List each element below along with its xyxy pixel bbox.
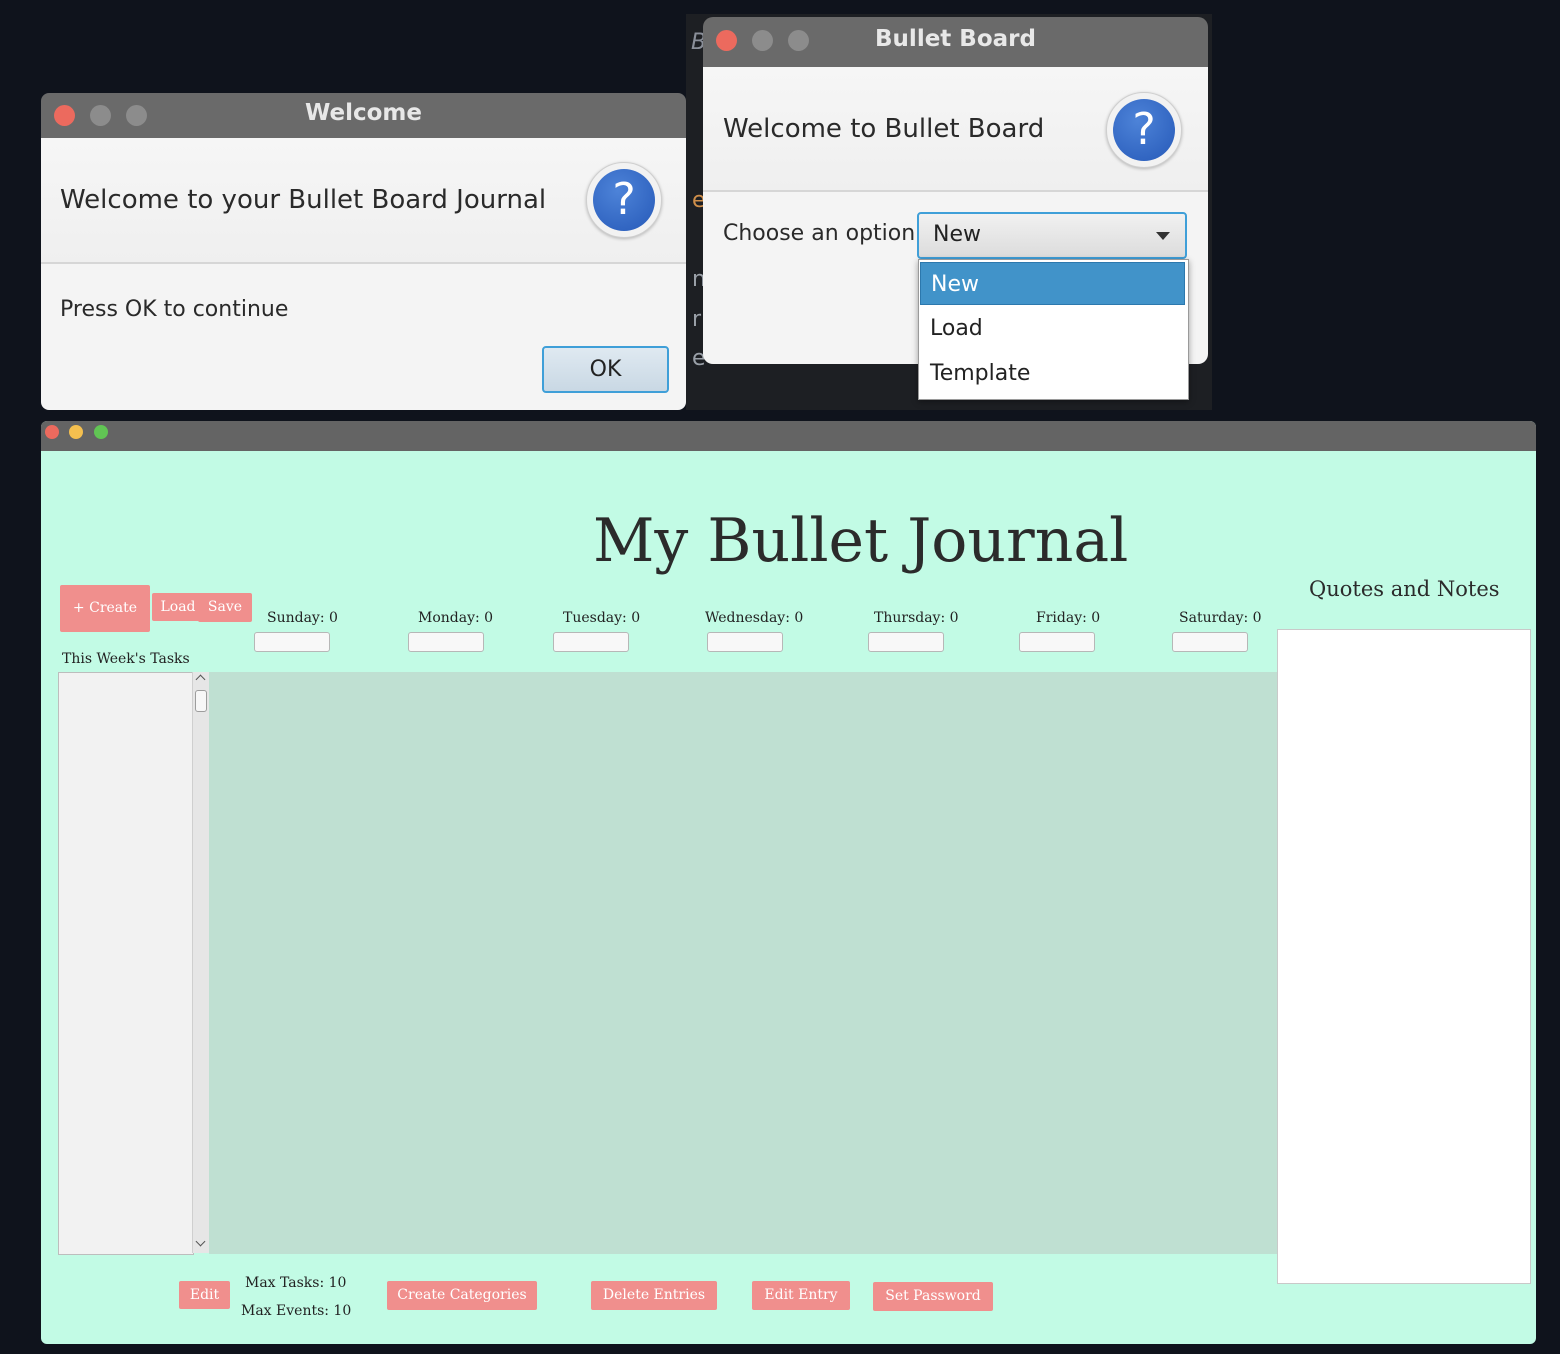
chevron-down-icon[interactable] bbox=[1156, 232, 1170, 240]
scrollbar-thumb[interactable] bbox=[195, 690, 207, 712]
day-field-sunday[interactable] bbox=[254, 632, 330, 652]
day-label-sunday: Sunday: 0 bbox=[267, 610, 338, 626]
bullet-board-title: Bullet Board bbox=[875, 26, 1036, 52]
quotes-notes-area[interactable] bbox=[1277, 629, 1531, 1284]
question-icon: ? bbox=[586, 162, 662, 238]
save-button[interactable]: Save bbox=[198, 593, 252, 622]
day-label-monday: Monday: 0 bbox=[418, 610, 494, 626]
create-button[interactable]: + Create bbox=[60, 585, 150, 632]
day-field-friday[interactable] bbox=[1019, 632, 1095, 652]
set-password-button[interactable]: Set Password bbox=[873, 1282, 993, 1311]
welcome-title: Welcome bbox=[304, 100, 423, 126]
bullet-board-titlebar: Bullet Board bbox=[703, 17, 1208, 67]
create-categories-button[interactable]: Create Categories bbox=[387, 1281, 537, 1310]
week-entries-panel[interactable] bbox=[209, 672, 1277, 1254]
day-label-saturday: Saturday: 0 bbox=[1179, 610, 1262, 626]
welcome-dialog: Welcome Welcome to your Bullet Board Jou… bbox=[41, 93, 686, 410]
question-icon: ? bbox=[1106, 92, 1182, 168]
day-field-monday[interactable] bbox=[408, 632, 484, 652]
welcome-body-text: Press OK to continue bbox=[60, 297, 289, 322]
welcome-header: Welcome to your Bullet Board Journal ? bbox=[41, 138, 686, 264]
max-tasks-label: Max Tasks: 10 bbox=[245, 1275, 347, 1291]
welcome-header-text: Welcome to your Bullet Board Journal bbox=[60, 185, 547, 215]
choose-option-label: Choose an option: bbox=[723, 221, 923, 246]
scroll-up-icon[interactable] bbox=[195, 674, 206, 685]
scroll-down-icon[interactable] bbox=[195, 1236, 206, 1247]
dropdown-option-template[interactable]: Template bbox=[920, 352, 1185, 395]
welcome-body: Welcome to your Bullet Board Journal ? P… bbox=[41, 138, 686, 410]
tasks-label: This Week's Tasks bbox=[62, 651, 190, 667]
code-fragment: r bbox=[692, 307, 702, 332]
journal-window: My Bullet Journal + Create Load Save Sun… bbox=[41, 421, 1536, 1344]
edit-entry-button[interactable]: Edit Entry bbox=[752, 1281, 850, 1310]
day-label-thursday: Thursday: 0 bbox=[874, 610, 959, 626]
max-events-label: Max Events: 10 bbox=[241, 1303, 352, 1319]
ok-button[interactable]: OK bbox=[542, 346, 669, 393]
day-label-friday: Friday: 0 bbox=[1036, 610, 1101, 626]
day-field-wednesday[interactable] bbox=[707, 632, 783, 652]
journal-title: My Bullet Journal bbox=[593, 506, 1129, 576]
journal-titlebar bbox=[41, 421, 1536, 451]
bullet-board-header: Welcome to Bullet Board ? bbox=[703, 67, 1208, 192]
load-button[interactable]: Load bbox=[152, 593, 204, 621]
day-field-tuesday[interactable] bbox=[553, 632, 629, 652]
day-label-wednesday: Wednesday: 0 bbox=[705, 610, 804, 626]
minimize-icon[interactable] bbox=[69, 425, 83, 439]
bullet-board-header-text: Welcome to Bullet Board bbox=[723, 114, 1045, 144]
welcome-titlebar: Welcome bbox=[41, 93, 686, 138]
day-label-tuesday: Tuesday: 0 bbox=[563, 610, 641, 626]
option-dropdown-list: New Load Template bbox=[918, 259, 1189, 400]
edit-button[interactable]: Edit bbox=[179, 1281, 230, 1309]
tasks-scrollbar[interactable] bbox=[192, 672, 209, 1253]
day-field-saturday[interactable] bbox=[1172, 632, 1248, 652]
quotes-label: Quotes and Notes bbox=[1309, 577, 1500, 601]
delete-entries-button[interactable]: Delete Entries bbox=[591, 1281, 717, 1310]
maximize-icon[interactable] bbox=[94, 425, 108, 439]
dropdown-option-load[interactable]: Load bbox=[920, 307, 1185, 350]
dropdown-option-new[interactable]: New bbox=[920, 262, 1185, 305]
day-field-thursday[interactable] bbox=[868, 632, 944, 652]
combobox-selected-value: New bbox=[933, 222, 981, 247]
option-combobox[interactable]: New bbox=[917, 212, 1187, 259]
tasks-list[interactable] bbox=[58, 672, 194, 1255]
close-icon[interactable] bbox=[45, 425, 59, 439]
